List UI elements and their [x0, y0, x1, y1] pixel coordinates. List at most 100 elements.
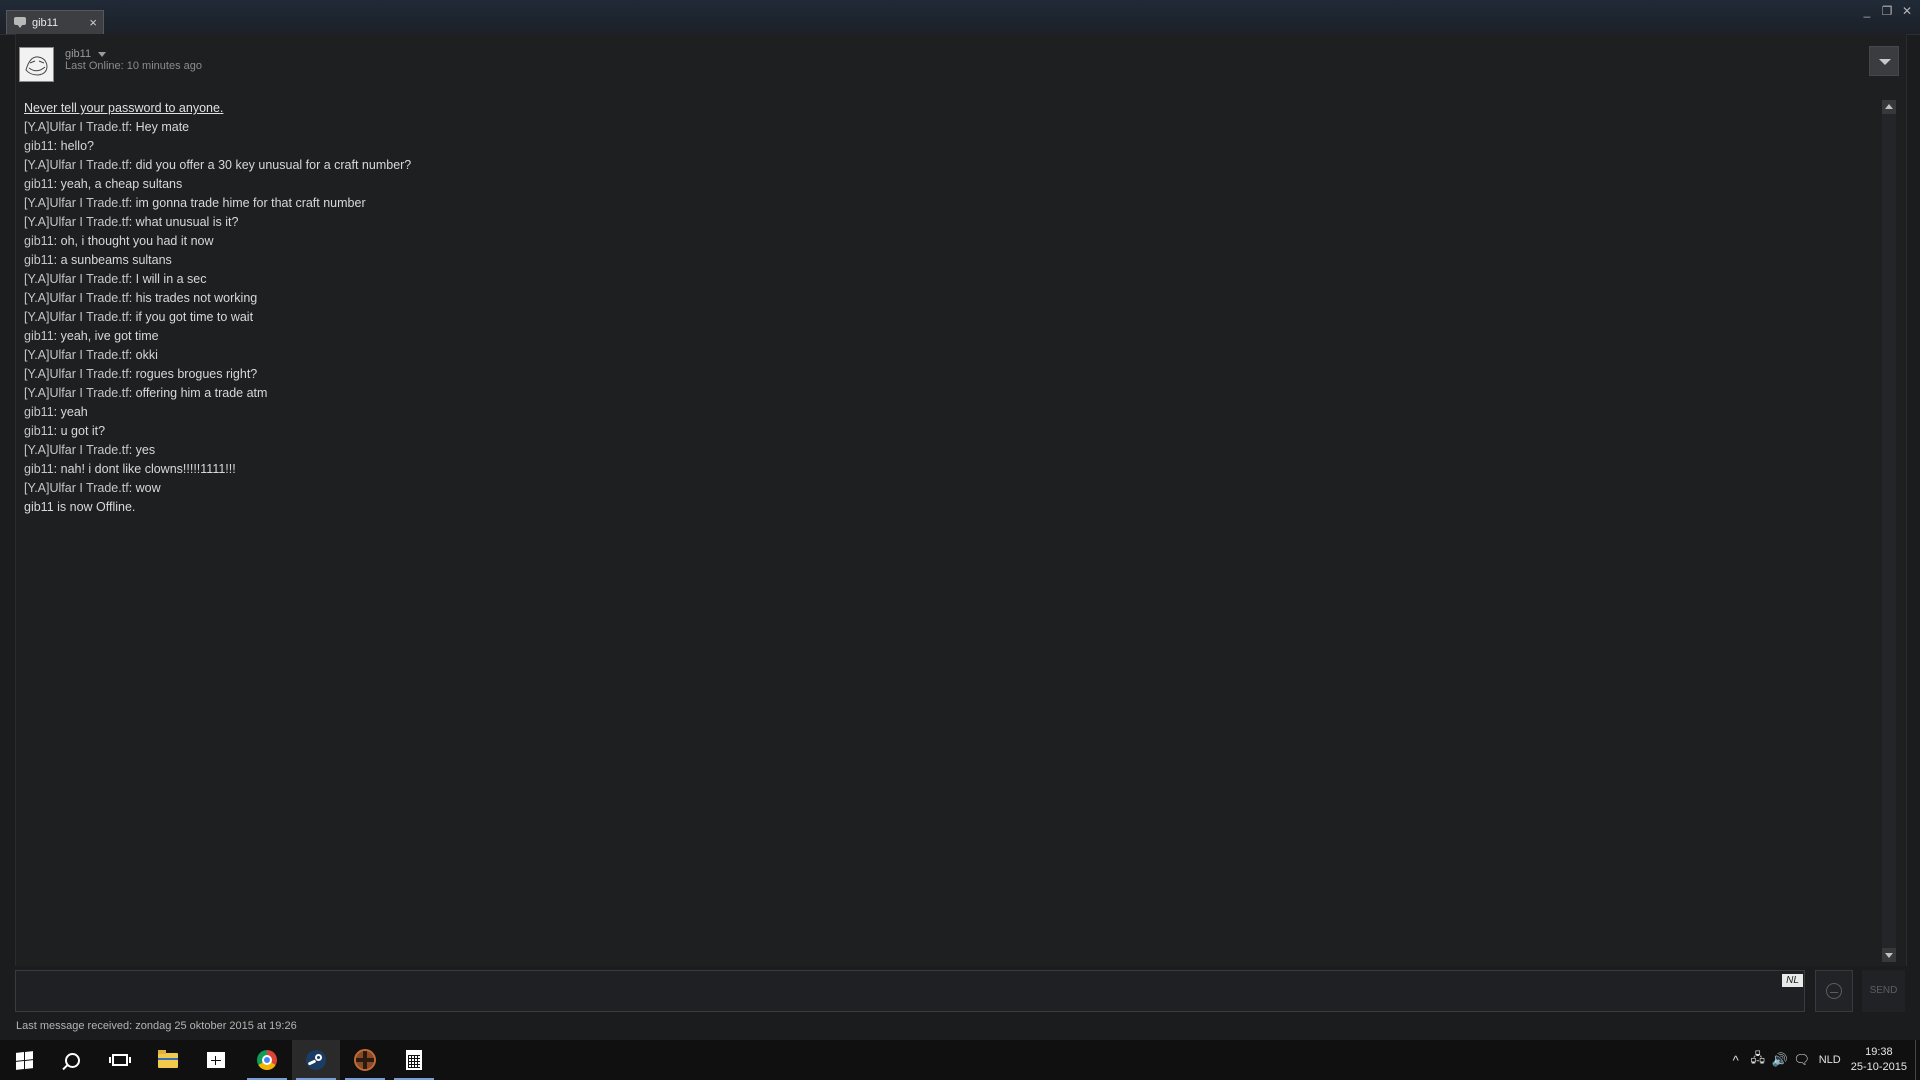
chat-scrollbar[interactable] [1882, 100, 1896, 962]
chat-message: gib11: u got it? [24, 422, 1874, 441]
friend-name: gib11 [65, 48, 92, 60]
message-sender[interactable]: gib11 [24, 139, 54, 153]
network-icon[interactable]: 🖧 [1747, 1049, 1769, 1071]
message-text: : hello? [53, 139, 94, 153]
scroll-down-button[interactable] [1882, 948, 1896, 962]
task-view-button[interactable] [96, 1040, 144, 1080]
message-text: : rogues brogues right? [128, 367, 258, 381]
clock[interactable]: 19:38 25-10-2015 [1851, 1045, 1907, 1075]
minimize-button[interactable]: _ [1860, 4, 1874, 18]
close-window-button[interactable]: ✕ [1900, 4, 1914, 18]
store-button[interactable] [192, 1040, 240, 1080]
steam-button[interactable] [292, 1040, 340, 1080]
calculator-button[interactable] [390, 1040, 438, 1080]
message-sender[interactable]: gib11 [24, 177, 54, 191]
maximize-button[interactable]: ❐ [1880, 4, 1894, 18]
chat-message: [Y.A]Ulfar I Trade.tf: Hey mate [24, 118, 1874, 137]
chat-message: gib11: a sunbeams sultans [24, 251, 1874, 270]
message-text: : I will in a sec [128, 272, 207, 286]
close-tab-icon[interactable]: × [89, 16, 97, 29]
message-text: : offering him a trade atm [128, 386, 268, 400]
chat-message: [Y.A]Ulfar I Trade.tf: I will in a sec [24, 270, 1874, 289]
message-text: : did you offer a 30 key unusual for a c… [128, 158, 412, 172]
volume-icon[interactable]: 🔊 [1769, 1052, 1791, 1068]
send-button[interactable]: SEND [1862, 970, 1905, 1012]
message-sender[interactable]: gib11 [24, 462, 54, 476]
message-sender[interactable]: [Y.A]Ulfar I Trade.tf [24, 291, 129, 305]
action-center-icon[interactable]: 🗨 [1791, 1052, 1813, 1068]
chat-header: gib11 Last Online: 10 minutes ago [16, 34, 1906, 90]
emoticon-button[interactable] [1815, 970, 1853, 1012]
input-language-indicator[interactable]: NLD [1819, 1054, 1841, 1066]
chat-panel: gib11 Last Online: 10 minutes ago Never … [15, 34, 1907, 966]
windows-logo-icon [15, 1050, 33, 1070]
start-button[interactable] [0, 1040, 48, 1080]
search-button[interactable] [48, 1040, 96, 1080]
message-sender[interactable]: [Y.A]Ulfar I Trade.tf [24, 120, 129, 134]
message-sender[interactable]: [Y.A]Ulfar I Trade.tf [24, 215, 129, 229]
chat-log: Never tell your password to anyone. [Y.A… [24, 99, 1874, 514]
show-desktop-button[interactable] [1915, 1040, 1920, 1080]
window-controls: _ ❐ ✕ [1860, 4, 1914, 18]
message-text: : Hey mate [128, 120, 190, 134]
chrome-button[interactable] [243, 1040, 291, 1080]
store-icon [207, 1052, 225, 1068]
message-text: : nah! i dont like clowns!!!!!1111!!! [53, 462, 236, 476]
tf2-button[interactable] [341, 1040, 389, 1080]
show-hidden-icons-chevron-icon[interactable]: ^ [1725, 1053, 1747, 1068]
message-sender[interactable]: gib11 [24, 405, 54, 419]
taskbar: ^ 🖧 🔊 🗨 NLD 19:38 25-10-2015 [0, 1040, 1920, 1080]
chat-tab-label: gib11 [32, 16, 59, 29]
chat-tab[interactable]: gib11 × [6, 10, 104, 34]
last-message-received: Last message received: zondag 25 oktober… [16, 1020, 297, 1032]
message-sender[interactable]: [Y.A]Ulfar I Trade.tf [24, 272, 129, 286]
chat-message: gib11: oh, i thought you had it now [24, 232, 1874, 251]
title-bar: gib11 × _ ❐ ✕ [0, 0, 1920, 35]
message-list: [Y.A]Ulfar I Trade.tf: Hey mate gib11: he… [24, 118, 1874, 498]
scroll-track[interactable] [1882, 114, 1896, 948]
chat-message: gib11: yeah [24, 403, 1874, 422]
friend-avatar[interactable] [19, 47, 54, 82]
message-text: : a sunbeams sultans [53, 253, 172, 267]
message-sender[interactable]: [Y.A]Ulfar I Trade.tf [24, 348, 129, 362]
file-explorer-button[interactable] [144, 1040, 192, 1080]
troll-face-icon [25, 56, 48, 76]
calculator-icon [406, 1050, 422, 1070]
chat-message: [Y.A]Ulfar I Trade.tf: yes [24, 441, 1874, 460]
friend-name-dropdown[interactable]: gib11 [65, 48, 107, 60]
message-text: : what unusual is it? [128, 215, 239, 229]
message-sender[interactable]: [Y.A]Ulfar I Trade.tf [24, 158, 129, 172]
message-sender[interactable]: gib11 [24, 329, 54, 343]
message-sender[interactable]: [Y.A]Ulfar I Trade.tf [24, 367, 129, 381]
chat-message: gib11: yeah, ive got time [24, 327, 1874, 346]
chat-message: [Y.A]Ulfar I Trade.tf: if you got time t… [24, 308, 1874, 327]
caret-down-icon [98, 51, 107, 57]
message-input[interactable] [15, 970, 1805, 1012]
tf2-icon [354, 1049, 376, 1071]
message-sender[interactable]: [Y.A]Ulfar I Trade.tf [24, 196, 129, 210]
message-text: : u got it? [53, 424, 106, 438]
message-text: : wow [128, 481, 161, 495]
message-text: : yes [128, 443, 156, 457]
message-sender[interactable]: [Y.A]Ulfar I Trade.tf [24, 443, 129, 457]
message-text: : his trades not working [128, 291, 258, 305]
message-sender[interactable]: gib11 [24, 424, 54, 438]
last-online-status: Last Online: 10 minutes ago [65, 60, 202, 72]
chat-message: gib11: yeah, a cheap sultans [24, 175, 1874, 194]
message-sender[interactable]: [Y.A]Ulfar I Trade.tf [24, 481, 129, 495]
chrome-icon [257, 1050, 277, 1070]
security-warning-link[interactable]: Never tell your password to anyone. [24, 101, 223, 115]
options-menu-button[interactable] [1869, 46, 1899, 76]
scroll-up-button[interactable] [1882, 100, 1896, 114]
message-text: : im gonna trade hime for that craft num… [128, 196, 366, 210]
message-compose-area: NL SEND [15, 970, 1905, 1014]
message-sender[interactable]: [Y.A]Ulfar I Trade.tf [24, 310, 129, 324]
message-sender[interactable]: gib11 [24, 253, 54, 267]
message-sender[interactable]: gib11 [24, 234, 54, 248]
message-sender[interactable]: [Y.A]Ulfar I Trade.tf [24, 386, 129, 400]
chat-message: [Y.A]Ulfar I Trade.tf: rogues brogues ri… [24, 365, 1874, 384]
search-icon [64, 1052, 80, 1068]
offline-status-message: gib11 is now Offline. [24, 500, 136, 514]
system-tray: ^ 🖧 🔊 🗨 NLD 19:38 25-10-2015 [1725, 1040, 1920, 1080]
chat-message: [Y.A]Ulfar I Trade.tf: wow [24, 479, 1874, 498]
